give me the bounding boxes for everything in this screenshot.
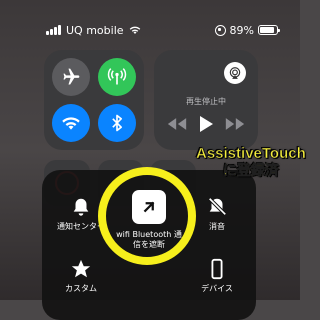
custom-item[interactable]: カスタム	[46, 258, 116, 294]
battery-percent: 89%	[229, 23, 254, 37]
status-bar: UQ mobile 89%	[46, 22, 280, 38]
music-panel: 再生停止中	[154, 50, 258, 150]
star-icon	[71, 259, 91, 278]
annotation-line-2: に登録済	[222, 162, 280, 179]
wifi-icon	[62, 117, 80, 130]
bell-icon	[73, 198, 89, 216]
airplay-icon	[229, 67, 241, 79]
airplay-button[interactable]	[224, 62, 246, 84]
playback-controls	[154, 116, 258, 132]
phone-icon	[211, 258, 223, 280]
bluetooth-icon	[112, 114, 122, 132]
battery-icon	[258, 25, 280, 35]
device-item[interactable]: デバイス	[182, 258, 252, 294]
carrier-label: UQ mobile	[66, 23, 124, 37]
antenna-icon	[107, 68, 127, 85]
wifi-status-icon	[129, 26, 140, 34]
annotation-line-1: AssistiveTouch	[196, 145, 306, 162]
custom-label: カスタム	[65, 284, 97, 293]
mute-label: 消音	[209, 222, 225, 231]
play-icon[interactable]	[199, 116, 213, 132]
bell-slash-icon	[208, 197, 227, 216]
rewind-icon[interactable]	[167, 117, 187, 131]
highlight-circle	[98, 167, 196, 265]
signal-icon	[46, 25, 61, 35]
rotation-lock-icon	[214, 24, 226, 36]
connectivity-panel	[44, 50, 144, 150]
bluetooth-button[interactable]	[98, 104, 136, 142]
fast-forward-icon[interactable]	[225, 117, 245, 131]
airplane-mode-button[interactable]	[52, 58, 90, 96]
assistive-touch-annotation: AssistiveTouch に登録済	[196, 145, 306, 179]
cellular-data-button[interactable]	[98, 58, 136, 96]
device-label: デバイス	[201, 284, 233, 293]
playback-status: 再生停止中	[186, 97, 226, 106]
wifi-button[interactable]	[52, 104, 90, 142]
airplane-icon	[63, 68, 80, 85]
